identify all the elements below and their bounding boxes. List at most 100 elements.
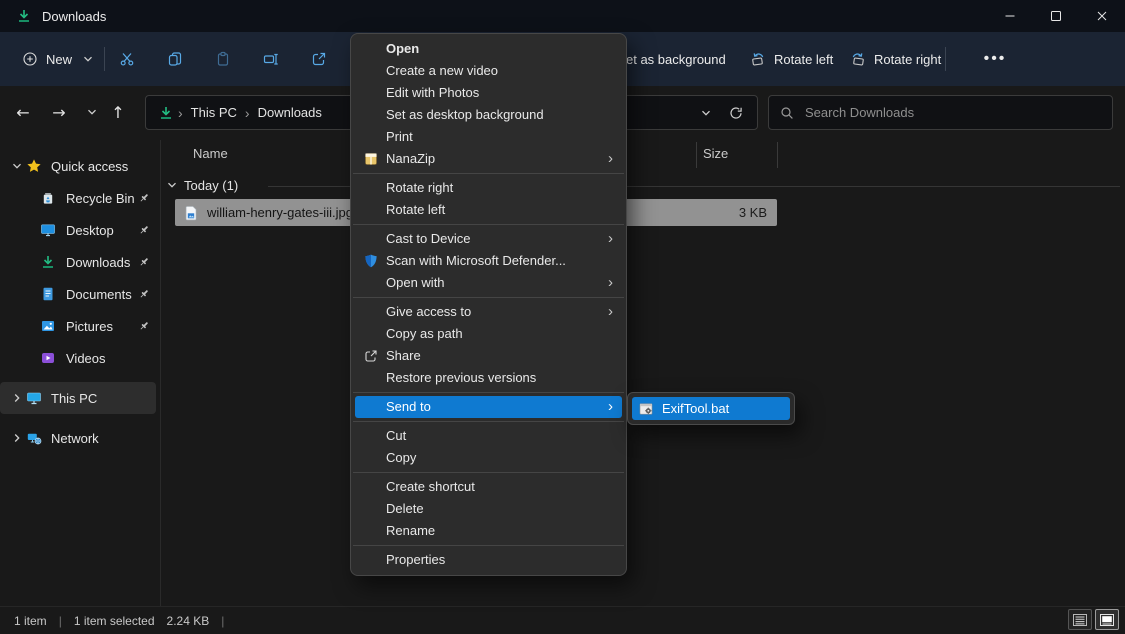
menu-item-label: Cast to Device — [386, 231, 471, 246]
menu-item-nanazip[interactable]: NanaZip› — [355, 148, 622, 170]
documents-icon — [40, 286, 56, 302]
menu-item-create-shortcut[interactable]: Create shortcut — [355, 476, 622, 498]
pin-icon — [138, 224, 150, 236]
menu-item-copy[interactable]: Copy — [355, 447, 622, 469]
menu-item-label: Scan with Microsoft Defender... — [386, 253, 566, 268]
submenu-arrow-icon: › — [608, 272, 613, 294]
column-header-size[interactable]: Size — [703, 146, 728, 161]
menu-item-cut[interactable]: Cut — [355, 425, 622, 447]
menu-item-share[interactable]: Share — [355, 345, 622, 367]
thumbnail-view-button[interactable] — [1095, 609, 1119, 630]
menu-item-rename[interactable]: Rename — [355, 520, 622, 542]
window-title: Downloads — [42, 9, 106, 24]
submenu-item-exiftool-bat[interactable]: ExifTool.bat — [632, 397, 790, 420]
sidebar-item-pictures[interactable]: Pictures — [0, 310, 160, 342]
cut-button[interactable] — [107, 41, 147, 77]
refresh-button[interactable] — [721, 99, 751, 127]
menu-item-give-access-to[interactable]: Give access to› — [355, 301, 622, 323]
file-size: 3 KB — [739, 205, 767, 220]
breadcrumb-this-pc[interactable]: This PC — [187, 105, 241, 120]
sidebar-item-videos[interactable]: Videos — [0, 342, 160, 374]
menu-item-cast-to-device[interactable]: Cast to Device› — [355, 228, 622, 250]
paste-button[interactable] — [203, 41, 243, 77]
sidebar-item-label: Network — [51, 431, 99, 446]
back-button[interactable]: ← — [8, 98, 38, 126]
sidebar-divider[interactable] — [160, 140, 161, 606]
menu-item-create-a-new-video[interactable]: Create a new video — [355, 60, 622, 82]
menu-item-open-with[interactable]: Open with› — [355, 272, 622, 294]
new-button[interactable]: New — [14, 41, 104, 77]
search-input[interactable] — [805, 105, 1102, 120]
menu-item-edit-with-photos[interactable]: Edit with Photos — [355, 82, 622, 104]
copy-button[interactable] — [155, 41, 195, 77]
more-options-button[interactable]: ••• — [975, 41, 1015, 77]
chevron-down-icon[interactable] — [8, 158, 26, 174]
sidebar-item-documents[interactable]: Documents — [0, 278, 160, 310]
menu-item-label: Restore previous versions — [386, 370, 536, 385]
forward-button[interactable]: → — [44, 98, 74, 126]
file-name: william-henry-gates-iii.jpg — [207, 205, 353, 220]
menu-item-label: NanaZip — [386, 151, 435, 166]
pictures-icon — [40, 318, 56, 334]
sidebar-item-desktop[interactable]: Desktop — [0, 214, 160, 246]
menu-separator — [353, 421, 624, 422]
rename-button[interactable] — [251, 41, 291, 77]
sidebar-item-recycle-bin[interactable]: Recycle Bin — [0, 182, 160, 214]
chevron-right-icon[interactable] — [8, 390, 26, 406]
rotate-left-button[interactable]: Rotate left — [742, 41, 841, 77]
column-header-name[interactable]: Name — [193, 146, 228, 161]
rename-icon — [263, 51, 279, 67]
items-count: 1 item — [14, 614, 47, 628]
chevron-right-icon[interactable] — [8, 430, 26, 446]
minimize-button[interactable] — [987, 0, 1033, 32]
menu-item-properties[interactable]: Properties — [355, 549, 622, 571]
maximize-button[interactable] — [1033, 0, 1079, 32]
up-button[interactable]: ↑ — [103, 98, 133, 126]
column-separator[interactable] — [696, 142, 697, 168]
menu-separator — [353, 545, 624, 546]
close-button[interactable] — [1079, 0, 1125, 32]
selection-size: 2.24 KB — [167, 614, 210, 628]
menu-item-rotate-right[interactable]: Rotate right — [355, 177, 622, 199]
breadcrumb-chevron-icon: › — [174, 105, 187, 121]
menu-item-open[interactable]: Open — [355, 38, 622, 60]
sidebar-item-downloads[interactable]: Downloads — [0, 246, 160, 278]
sidebar-item-label: Quick access — [51, 159, 128, 174]
menu-item-label: Print — [386, 129, 413, 144]
search-icon — [779, 105, 795, 121]
send-to-submenu: ExifTool.bat — [627, 392, 795, 425]
menu-item-set-as-desktop-background[interactable]: Set as desktop background — [355, 104, 622, 126]
menu-item-scan-with-microsoft-defender[interactable]: Scan with Microsoft Defender... — [355, 250, 622, 272]
group-header-today[interactable]: Today (1) — [164, 175, 238, 195]
menu-item-label: Set as desktop background — [386, 107, 544, 122]
column-separator[interactable] — [777, 142, 778, 168]
downloads-icon — [16, 8, 32, 24]
sidebar-item-network[interactable]: Network — [0, 422, 160, 454]
status-divider: | — [59, 614, 62, 628]
menu-item-send-to[interactable]: Send to› — [355, 396, 622, 418]
group-header-label: Today (1) — [184, 178, 238, 193]
status-divider: | — [221, 614, 224, 628]
address-dropdown-button[interactable] — [691, 99, 721, 127]
menu-item-label: Share — [386, 348, 421, 363]
cut-icon — [119, 51, 135, 67]
menu-item-label: Properties — [386, 552, 445, 567]
menu-item-delete[interactable]: Delete — [355, 498, 622, 520]
menu-separator — [353, 224, 624, 225]
menu-item-label: Rotate left — [386, 202, 445, 217]
rotate-right-button[interactable]: Rotate right — [842, 41, 949, 77]
sidebar-item-quick-access[interactable]: Quick access — [0, 150, 160, 182]
window-controls — [987, 0, 1125, 32]
breadcrumb-downloads[interactable]: Downloads — [254, 105, 326, 120]
details-view-button[interactable] — [1068, 609, 1092, 630]
chevron-down-icon — [80, 51, 96, 67]
set-as-background-button[interactable]: et as background — [618, 41, 734, 77]
menu-item-print[interactable]: Print — [355, 126, 622, 148]
menu-item-rotate-left[interactable]: Rotate left — [355, 199, 622, 221]
view-switcher — [1068, 609, 1119, 630]
share-button[interactable] — [299, 41, 339, 77]
menu-item-restore-previous-versions[interactable]: Restore previous versions — [355, 367, 622, 389]
sidebar-item-this-pc[interactable]: This PC — [0, 382, 156, 414]
chevron-down-icon — [164, 177, 180, 193]
menu-item-copy-as-path[interactable]: Copy as path — [355, 323, 622, 345]
